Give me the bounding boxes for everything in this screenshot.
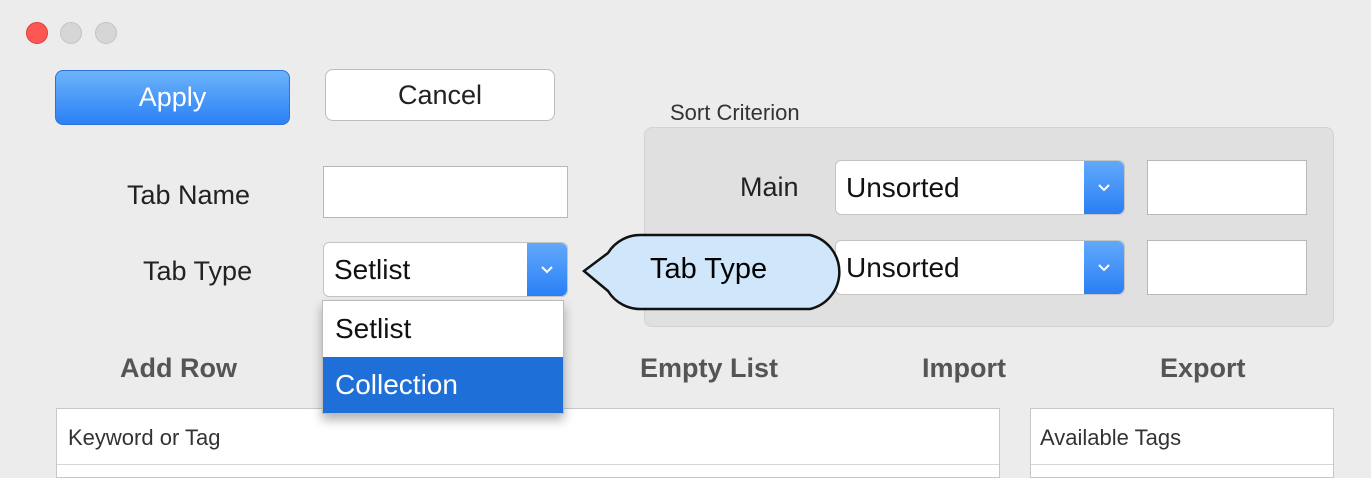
callout-text: Tab Type [650, 253, 768, 285]
chevron-down-icon [1084, 241, 1124, 294]
sort-main-label: Main [740, 172, 799, 202]
import-button[interactable]: Import [922, 353, 1006, 384]
minimize-window-icon[interactable] [60, 22, 82, 44]
tab-type-label: Tab Type [143, 256, 253, 286]
sort-secondary-extra-field[interactable] [1147, 240, 1307, 295]
sort-main-select[interactable]: Unsorted [835, 160, 1125, 215]
sort-secondary-select[interactable]: Unsorted [835, 240, 1125, 295]
dropdown-option-collection[interactable]: Collection [323, 357, 563, 413]
apply-button[interactable]: Apply [55, 70, 290, 125]
dropdown-option-setlist[interactable]: Setlist [323, 301, 563, 356]
available-tags-header[interactable]: Available Tags [1040, 425, 1181, 451]
sort-criterion-title: Sort Criterion [670, 100, 800, 125]
tab-type-value: Setlist [334, 253, 411, 285]
empty-list-button[interactable]: Empty List [640, 353, 778, 384]
sort-secondary-value: Unsorted [846, 251, 960, 283]
export-button[interactable]: Export [1160, 353, 1246, 384]
add-row-button[interactable]: Add Row [120, 353, 237, 384]
sort-main-value: Unsorted [846, 171, 960, 203]
tab-type-select[interactable]: Setlist [323, 242, 568, 297]
cancel-button[interactable]: Cancel [325, 69, 555, 121]
chevron-down-icon [527, 243, 567, 296]
keyword-column-header[interactable]: Keyword or Tag [68, 425, 220, 451]
chevron-down-icon [1084, 161, 1124, 214]
sort-main-extra-field[interactable] [1147, 160, 1307, 215]
tab-name-label: Tab Name [127, 180, 251, 210]
zoom-window-icon[interactable] [95, 22, 117, 44]
tab-name-input[interactable] [323, 166, 568, 218]
tab-type-dropdown-menu: Setlist Collection [322, 300, 564, 414]
close-window-icon[interactable] [26, 22, 48, 44]
